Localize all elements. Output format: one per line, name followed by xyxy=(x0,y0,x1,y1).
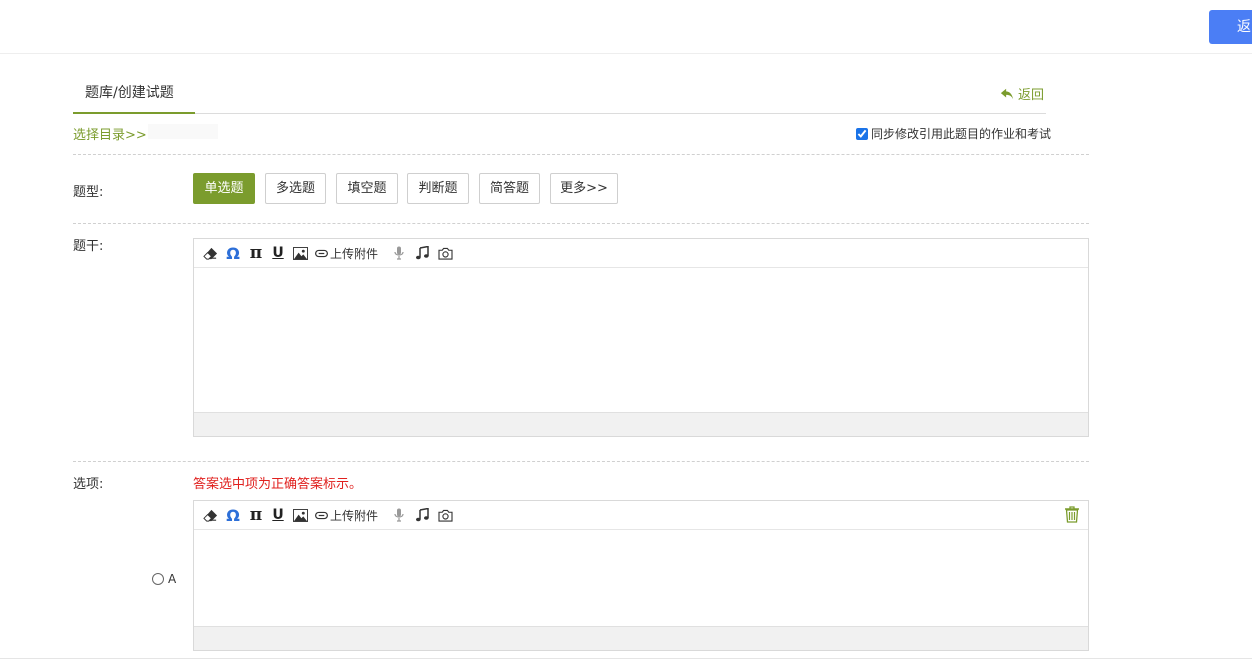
type-true-false-button[interactable]: 判断题 xyxy=(407,173,469,204)
option-a-editor-toolbar: Ω π U 上传附件 xyxy=(194,501,1088,530)
camera-icon[interactable] xyxy=(437,505,453,525)
option-a-radio[interactable]: A xyxy=(152,572,176,586)
top-bar: 返回 xyxy=(0,0,1252,54)
upload-attachment-label: 上传附件 xyxy=(330,508,379,523)
stem-edit-area[interactable] xyxy=(194,268,1088,412)
stem-label: 题干: xyxy=(73,239,104,254)
omega-icon[interactable]: Ω xyxy=(225,243,241,263)
stem-editor: Ω π U 上传附件 xyxy=(193,238,1089,437)
eraser-icon[interactable] xyxy=(202,243,218,263)
option-a-edit-area[interactable] xyxy=(194,530,1088,626)
type-fill-blank-button[interactable]: 填空题 xyxy=(336,173,398,204)
stem-editor-status-bar xyxy=(194,412,1088,436)
answer-hint: 答案选中项为正确答案标示。 xyxy=(193,477,363,492)
type-more-button[interactable]: 更多>> xyxy=(550,173,618,204)
pi-icon[interactable]: π xyxy=(248,505,264,525)
selected-directory-field xyxy=(148,124,218,139)
omega-icon[interactable]: Ω xyxy=(225,505,241,525)
breadcrumb-active-underline xyxy=(73,112,195,114)
breadcrumb-divider xyxy=(73,113,1046,114)
radio-circle-icon[interactable] xyxy=(152,573,164,585)
music-icon[interactable] xyxy=(414,243,430,263)
eraser-icon[interactable] xyxy=(202,505,218,525)
back-arrow-icon xyxy=(1000,88,1014,99)
microphone-icon[interactable] xyxy=(391,505,407,525)
attachment-icon xyxy=(315,249,328,257)
bottom-divider xyxy=(0,658,1252,659)
back-link-label: 返回 xyxy=(1018,88,1045,103)
stem-editor-toolbar: Ω π U 上传附件 xyxy=(194,239,1088,268)
option-a-editor: Ω π U 上传附件 xyxy=(193,500,1089,651)
underline-icon[interactable]: U xyxy=(271,243,285,263)
upload-attachment-button[interactable]: 上传附件 xyxy=(315,243,378,263)
camera-icon[interactable] xyxy=(437,243,453,263)
options-label: 选项: xyxy=(73,477,104,492)
music-icon[interactable] xyxy=(414,505,430,525)
breadcrumb: 题库/创建试题 xyxy=(85,85,174,101)
sync-modify-checkbox[interactable] xyxy=(856,127,868,140)
option-a-letter: A xyxy=(168,572,177,586)
upload-attachment-label: 上传附件 xyxy=(330,246,379,261)
select-directory-link[interactable]: 选择目录>> xyxy=(73,124,147,143)
section-divider xyxy=(73,223,1089,224)
type-multiple-choice-button[interactable]: 多选题 xyxy=(265,173,326,204)
trash-icon[interactable] xyxy=(1064,506,1080,527)
pi-icon[interactable]: π xyxy=(248,243,264,263)
image-icon[interactable] xyxy=(292,505,308,525)
section-divider xyxy=(73,154,1089,155)
sync-modify-option[interactable]: 同步修改引用此题目的作业和考试 xyxy=(856,125,1051,142)
upload-attachment-button[interactable]: 上传附件 xyxy=(315,505,378,525)
back-link[interactable]: 返回 xyxy=(1000,84,1044,103)
type-short-answer-button[interactable]: 简答题 xyxy=(479,173,540,204)
attachment-icon xyxy=(315,511,328,519)
option-a-editor-status-bar xyxy=(194,626,1088,650)
microphone-icon[interactable] xyxy=(391,243,407,263)
underline-icon[interactable]: U xyxy=(271,505,285,525)
top-back-button[interactable]: 返回 xyxy=(1209,10,1252,44)
type-single-choice-button[interactable]: 单选题 xyxy=(193,173,255,204)
section-divider xyxy=(73,461,1089,462)
question-type-label: 题型: xyxy=(73,185,104,200)
sync-modify-label: 同步修改引用此题目的作业和考试 xyxy=(871,127,1052,141)
image-icon[interactable] xyxy=(292,243,308,263)
